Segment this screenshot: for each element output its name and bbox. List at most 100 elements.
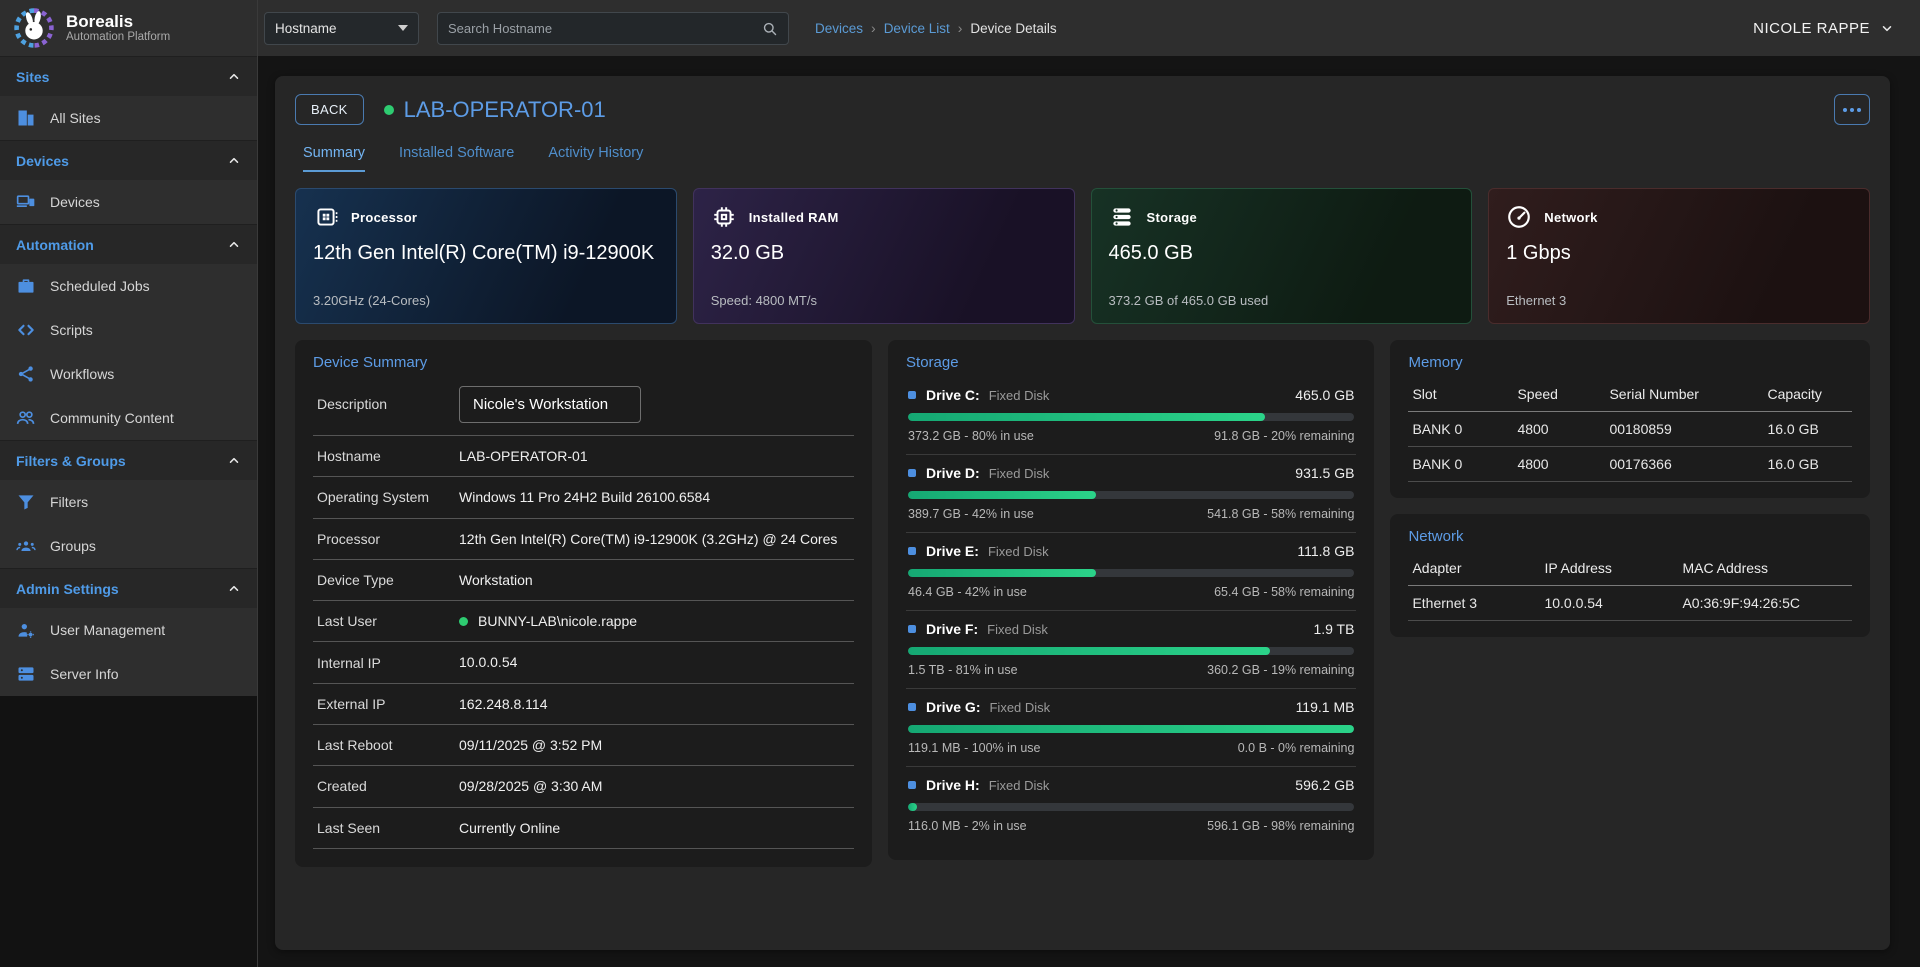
- sidebar-item-label: Scheduled Jobs: [50, 278, 150, 294]
- panel-title: Device Summary: [313, 354, 854, 371]
- chevron-up-icon: [227, 454, 241, 468]
- installed-ram-card: Installed RAM 32.0 GB Speed: 4800 MT/s: [693, 188, 1075, 324]
- tab-installed-software[interactable]: Installed Software: [399, 145, 514, 172]
- summary-row-description: Description: [313, 377, 854, 436]
- section-label: Sites: [16, 69, 49, 85]
- devices-icon: [16, 192, 36, 212]
- sidebar-item-label: Groups: [50, 538, 96, 554]
- breadcrumb-current: Device Details: [970, 21, 1056, 36]
- chevron-up-icon: [227, 70, 241, 84]
- cell-slot: BANK 0: [1412, 421, 1517, 437]
- cell-speed: 4800: [1517, 421, 1609, 437]
- search-input[interactable]: [448, 21, 761, 36]
- sidebar-item-label: All Sites: [50, 110, 101, 126]
- content-area: BACK LAB-OPERATOR-01 Summary Installed S…: [258, 56, 1920, 967]
- sidebar-item-scheduled-jobs[interactable]: Scheduled Jobs: [0, 264, 257, 308]
- section-label: Devices: [16, 153, 69, 169]
- user-gear-icon: [16, 620, 36, 640]
- sidebar-item-label: Workflows: [50, 366, 114, 382]
- drive-row-f: Drive F: Fixed Disk 1.9 TB 1.5 TB - 81% …: [906, 611, 1356, 689]
- tab-activity-history[interactable]: Activity History: [548, 145, 643, 172]
- brand-tagline: Automation Platform: [66, 31, 170, 43]
- drive-total: 1.9 TB: [1313, 621, 1354, 637]
- user-menu[interactable]: NICOLE RAPPE: [1753, 20, 1894, 37]
- row-value: 10.0.0.54: [459, 652, 850, 672]
- cell-serial: 00176366: [1609, 456, 1767, 472]
- drive-total: 111.8 GB: [1297, 543, 1354, 559]
- ellipsis-icon: [1857, 108, 1861, 112]
- server-icon: [16, 664, 36, 684]
- sidebar-item-devices[interactable]: Devices: [0, 180, 257, 224]
- cell-serial: 00180859: [1609, 421, 1767, 437]
- back-button[interactable]: BACK: [295, 94, 364, 125]
- sidebar-item-groups[interactable]: Groups: [0, 524, 257, 568]
- col-header-serial: Serial Number: [1609, 386, 1767, 402]
- row-value: LAB-OPERATOR-01: [459, 446, 850, 466]
- summary-row-external-ip: External IP 162.248.8.114: [313, 684, 854, 725]
- sidebar-item-user-management[interactable]: User Management: [0, 608, 257, 652]
- breadcrumb-devices-link[interactable]: Devices: [815, 21, 863, 36]
- ellipsis-icon: [1850, 108, 1854, 112]
- summary-row-processor: Processor 12th Gen Intel(R) Core(TM) i9-…: [313, 519, 854, 560]
- drive-remaining: 65.4 GB - 58% remaining: [1214, 585, 1354, 599]
- summary-row-last-user: Last User BUNNY-LAB\nicole.rappe: [313, 601, 854, 642]
- user-name: NICOLE RAPPE: [1753, 20, 1870, 37]
- sidebar-item-label: User Management: [50, 622, 165, 638]
- breadcrumb: Devices › Device List › Device Details: [815, 20, 1057, 36]
- detail-panels: Device Summary Description Hostname LAB-…: [295, 340, 1870, 867]
- row-label: Hostname: [317, 447, 449, 465]
- summary-row-created: Created 09/28/2025 @ 3:30 AM: [313, 766, 854, 807]
- device-tabs: Summary Installed Software Activity Hist…: [303, 145, 1870, 172]
- drive-remaining: 91.8 GB - 20% remaining: [1214, 429, 1354, 443]
- drive-used: 373.2 GB - 80% in use: [908, 429, 1034, 443]
- search-field-select[interactable]: Hostname: [264, 12, 419, 45]
- sidebar: Borealis Automation Platform Sites All S…: [0, 0, 258, 967]
- row-value: 162.248.8.114: [459, 694, 850, 714]
- summary-row-operating-system: Operating System Windows 11 Pro 24H2 Bui…: [313, 477, 854, 518]
- borealis-bunny-logo: [12, 6, 56, 50]
- card-title: Network: [1544, 210, 1597, 225]
- drive-type: Fixed Disk: [989, 466, 1050, 481]
- card-value: 12th Gen Intel(R) Core(TM) i9-12900K: [313, 242, 659, 265]
- sidebar-section-sites[interactable]: Sites: [0, 56, 257, 96]
- sidebar-section-filters-groups[interactable]: Filters & Groups: [0, 440, 257, 480]
- row-value: 09/11/2025 @ 3:52 PM: [459, 735, 850, 755]
- sidebar-item-workflows[interactable]: Workflows: [0, 352, 257, 396]
- drive-icon: [908, 703, 916, 711]
- device-title: LAB-OPERATOR-01: [404, 97, 606, 123]
- sidebar-section-devices[interactable]: Devices: [0, 140, 257, 180]
- drive-remaining: 0.0 B - 0% remaining: [1238, 741, 1355, 755]
- drive-used: 389.7 GB - 42% in use: [908, 507, 1034, 521]
- summary-row-device-type: Device Type Workstation: [313, 560, 854, 601]
- drive-total: 596.2 GB: [1295, 777, 1354, 793]
- breadcrumb-device-list-link[interactable]: Device List: [884, 21, 950, 36]
- drive-type: Fixed Disk: [988, 544, 1049, 559]
- sidebar-section-admin-settings[interactable]: Admin Settings: [0, 568, 257, 608]
- row-label: Processor: [317, 530, 449, 548]
- sidebar-item-label: Scripts: [50, 322, 93, 338]
- sidebar-item-community-content[interactable]: Community Content: [0, 396, 257, 440]
- summary-row-internal-ip: Internal IP 10.0.0.54: [313, 642, 854, 683]
- right-column: Memory Slot Speed Serial Number Capacity…: [1390, 340, 1870, 637]
- row-value: 09/28/2025 @ 3:30 AM: [459, 776, 850, 796]
- sidebar-item-label: Filters: [50, 494, 88, 510]
- panel-title: Storage: [906, 354, 1356, 371]
- memory-table-header: Slot Speed Serial Number Capacity: [1408, 377, 1852, 412]
- drive-name: Drive G:: [926, 699, 980, 715]
- tab-summary[interactable]: Summary: [303, 145, 365, 172]
- description-input[interactable]: [459, 386, 641, 423]
- sidebar-item-filters[interactable]: Filters: [0, 480, 257, 524]
- sidebar-section-automation[interactable]: Automation: [0, 224, 257, 264]
- sidebar-item-all-sites[interactable]: All Sites: [0, 96, 257, 140]
- drive-name: Drive D:: [926, 465, 980, 481]
- col-header-adapter: Adapter: [1412, 560, 1544, 576]
- cell-speed: 4800: [1517, 456, 1609, 472]
- sidebar-item-scripts[interactable]: Scripts: [0, 308, 257, 352]
- row-label: Internal IP: [317, 654, 449, 672]
- sidebar-item-label: Devices: [50, 194, 100, 210]
- card-value: 32.0 GB: [711, 242, 1057, 265]
- sidebar-item-server-info[interactable]: Server Info: [0, 652, 257, 696]
- more-actions-button[interactable]: [1834, 94, 1870, 125]
- cell-slot: BANK 0: [1412, 456, 1517, 472]
- search-icon[interactable]: [761, 20, 778, 37]
